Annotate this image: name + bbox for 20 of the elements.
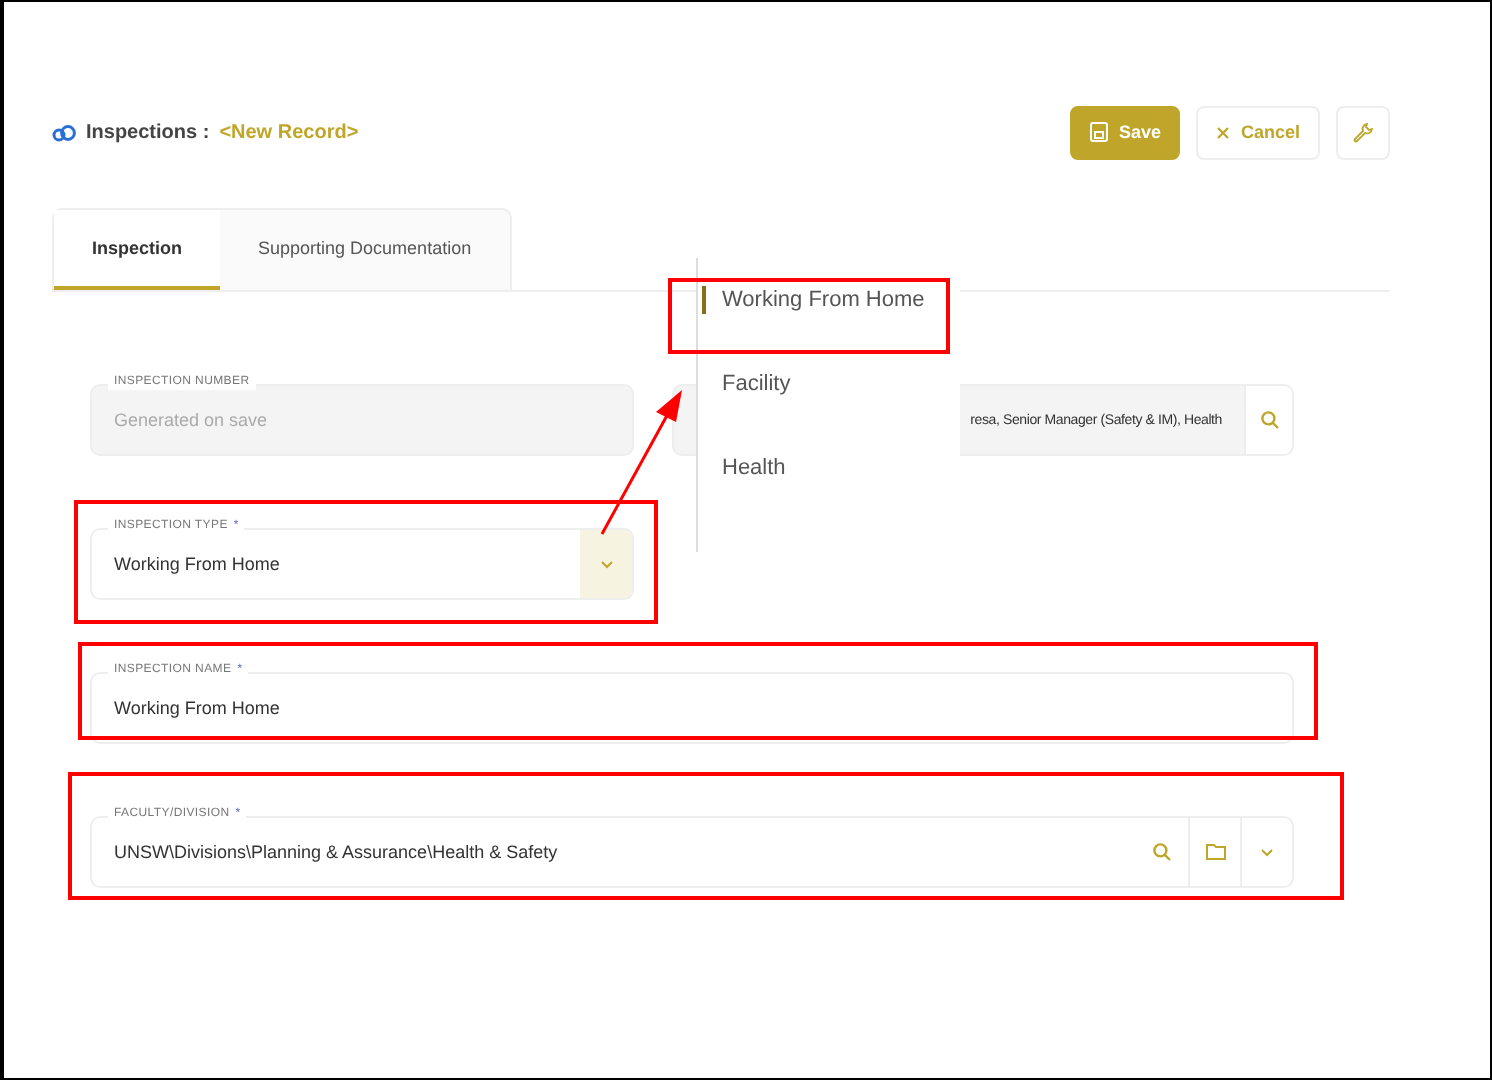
search-icon — [1152, 842, 1172, 862]
logo-icon — [52, 123, 76, 141]
tab[interactable]: Supporting Documentation — [220, 210, 510, 290]
wrench-icon — [1352, 121, 1374, 143]
tab[interactable]: Inspection — [54, 210, 221, 290]
dropdown-option[interactable]: Health — [698, 454, 960, 538]
module-title: Inspections : — [86, 121, 210, 143]
dropdown-option[interactable]: Working From Home — [698, 286, 960, 370]
inspection-name-field[interactable]: Working From Home — [90, 672, 1294, 744]
tool-button[interactable] — [1336, 105, 1390, 159]
search-button[interactable] — [1244, 386, 1292, 454]
folder-icon — [1205, 844, 1225, 860]
chevron-down-icon — [1260, 847, 1274, 857]
inspection-type-field[interactable]: Working From Home — [90, 528, 634, 600]
close-icon — [1216, 125, 1231, 139]
search-icon — [1259, 410, 1279, 430]
chevron-down-icon — [600, 559, 614, 569]
record-title: <New Record> — [219, 121, 359, 143]
faculty-division-field[interactable]: UNSW\Divisions\Planning & Assurance\Health & Safety — [90, 816, 1294, 888]
save-icon — [1090, 122, 1109, 142]
